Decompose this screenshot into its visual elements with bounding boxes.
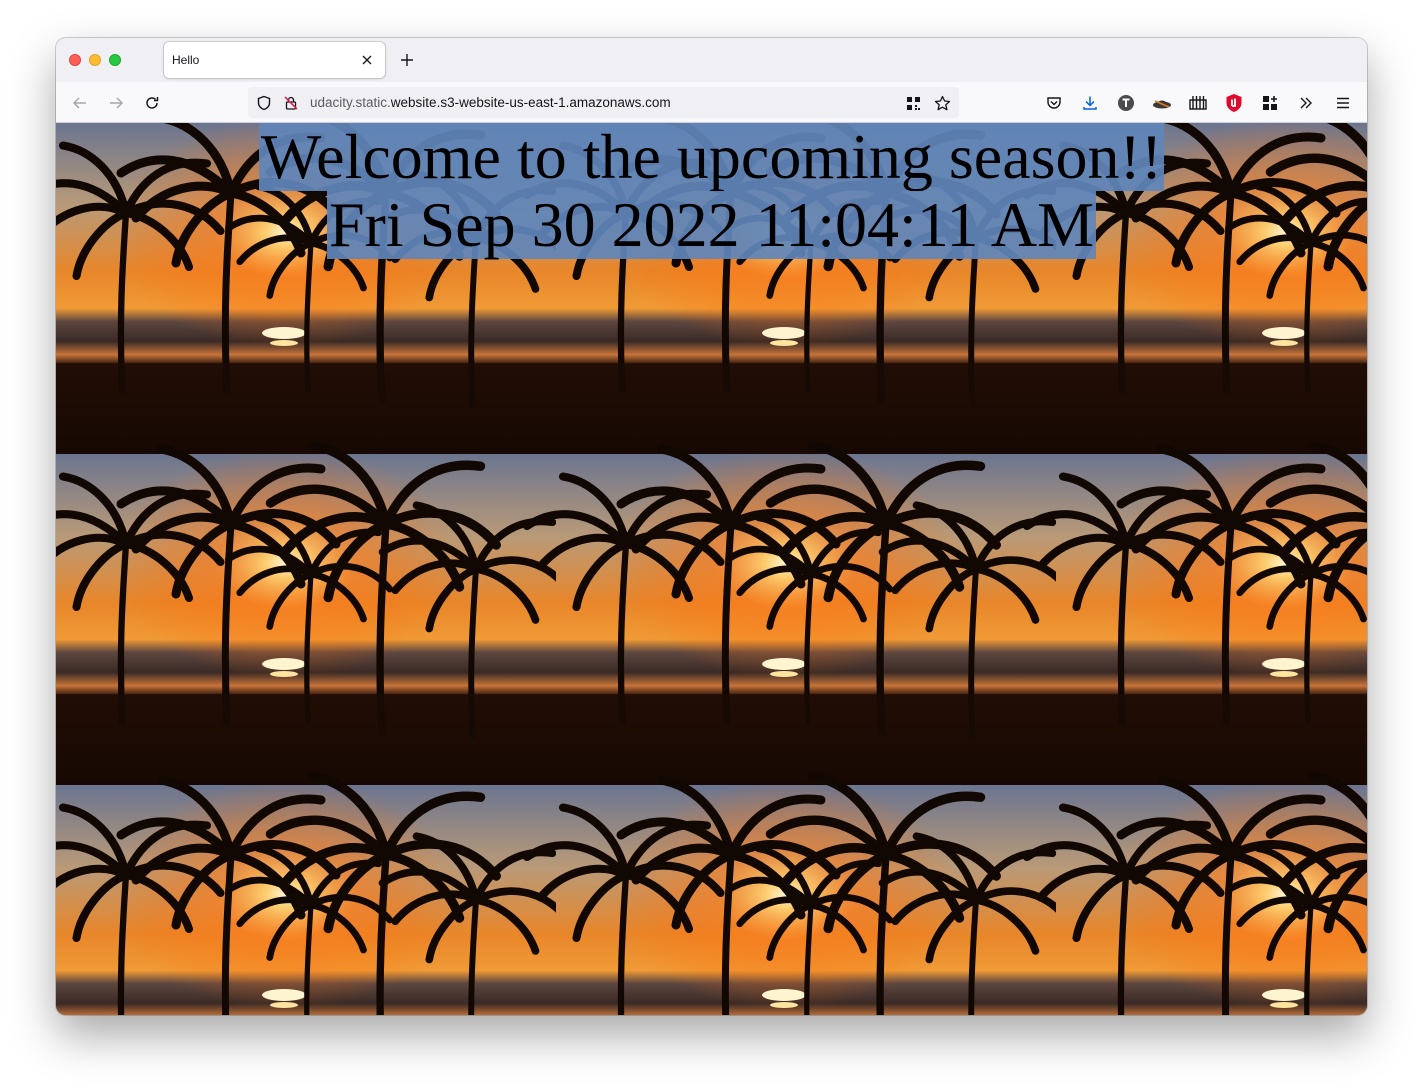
ruler-extension-icon[interactable] — [1186, 91, 1210, 115]
close-tab-icon[interactable] — [357, 50, 377, 70]
close-window-button[interactable] — [69, 54, 81, 66]
qr-code-icon[interactable] — [904, 94, 922, 112]
grid-extension-icon[interactable] — [1258, 91, 1282, 115]
tab-title: Hello — [172, 53, 200, 67]
datetime-text: Fri Sep 30 2022 11:04:11 AM — [326, 189, 1097, 260]
new-tab-button[interactable] — [396, 49, 418, 71]
forward-arrow-icon[interactable] — [102, 91, 130, 115]
zoom-window-button[interactable] — [109, 54, 121, 66]
browser-window: Hello udacity.static.website.s3-website-… — [56, 38, 1367, 1015]
url-text[interactable]: udacity.static.website.s3-website-us-eas… — [310, 95, 671, 110]
url-bar[interactable]: udacity.static.website.s3-website-us-eas… — [248, 87, 959, 118]
t-extension-icon[interactable] — [1114, 91, 1138, 115]
download-icon[interactable] — [1078, 91, 1102, 115]
url-host: website.s3-website-us-east-1.amazonaws.c… — [390, 95, 671, 110]
navigation-bar: udacity.static.website.s3-website-us-eas… — [56, 82, 1367, 123]
pocket-icon[interactable] — [1042, 91, 1066, 115]
chevrons-right-icon[interactable] — [1294, 91, 1318, 115]
welcome-heading: Welcome to the upcoming season!! — [258, 123, 1165, 192]
red-shield-extension-icon[interactable] — [1222, 91, 1246, 115]
back-arrow-icon[interactable] — [66, 91, 94, 115]
hamburger-menu-icon[interactable] — [1331, 91, 1355, 115]
insecure-lock-icon[interactable] — [282, 94, 300, 112]
shield-icon[interactable] — [255, 94, 273, 112]
url-prefix: udacity.static. — [310, 95, 391, 110]
reload-icon[interactable] — [138, 91, 166, 115]
tab-strip: Hello — [56, 38, 1367, 82]
hat-extension-icon[interactable] — [1150, 91, 1174, 115]
page-heading: Welcome to the upcoming season!! Fri Sep… — [56, 123, 1367, 259]
star-icon[interactable] — [933, 94, 951, 112]
tab-active[interactable]: Hello — [164, 42, 385, 78]
web-content: Welcome to the upcoming season!! Fri Sep… — [56, 123, 1367, 1015]
minimize-window-button[interactable] — [89, 54, 101, 66]
